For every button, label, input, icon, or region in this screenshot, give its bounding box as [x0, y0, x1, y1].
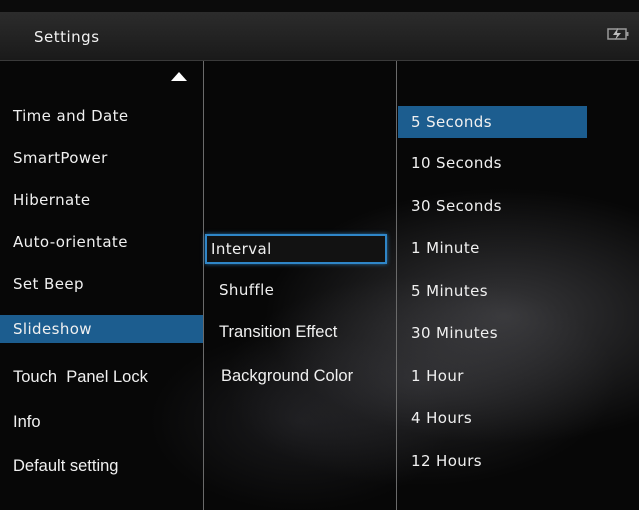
page-title: Settings [34, 28, 100, 46]
option-5-seconds[interactable]: 5 Seconds [398, 106, 587, 138]
menu-item-hibernate[interactable]: Hibernate [0, 187, 213, 213]
submenu-item-shuffle[interactable]: Shuffle [219, 277, 389, 303]
menu-item-touch-panel-lock[interactable]: Touch Panel Lock [0, 364, 213, 390]
menu-item-set-beep[interactable]: Set Beep [0, 271, 213, 297]
menu-item-time-and-date[interactable]: Time and Date [0, 103, 213, 129]
option-10-seconds[interactable]: 10 Seconds [398, 150, 611, 176]
option-1-hour[interactable]: 1 Hour [398, 363, 611, 389]
menu-item-smartpower[interactable]: SmartPower [0, 145, 213, 171]
submenu-item-transition-effect[interactable]: Transition Effect [219, 319, 389, 345]
menu-item-default-setting[interactable]: Default setting [0, 453, 213, 479]
title-bar: Settings [0, 12, 639, 61]
option-12-hours[interactable]: 12 Hours [398, 448, 611, 474]
photo-frame-screen: Settings Time and Date SmartPower Hibern… [0, 0, 639, 510]
menu-item-auto-orientate[interactable]: Auto-orientate [0, 229, 213, 255]
option-30-minutes[interactable]: 30 Minutes [398, 320, 611, 346]
menu-item-info[interactable]: Info [0, 409, 213, 435]
option-1-minute[interactable]: 1 Minute [398, 235, 611, 261]
battery-charging-icon [607, 28, 629, 40]
option-30-seconds[interactable]: 30 Seconds [398, 193, 611, 219]
triangle-up-icon[interactable] [171, 72, 187, 81]
submenu-item-background-color[interactable]: Background Color [221, 363, 391, 389]
option-4-hours[interactable]: 4 Hours [398, 405, 611, 431]
option-5-minutes[interactable]: 5 Minutes [398, 278, 611, 304]
submenu-item-interval[interactable]: Interval [205, 234, 387, 264]
menu-item-slideshow[interactable]: Slideshow [0, 315, 203, 343]
column-divider [396, 61, 397, 510]
